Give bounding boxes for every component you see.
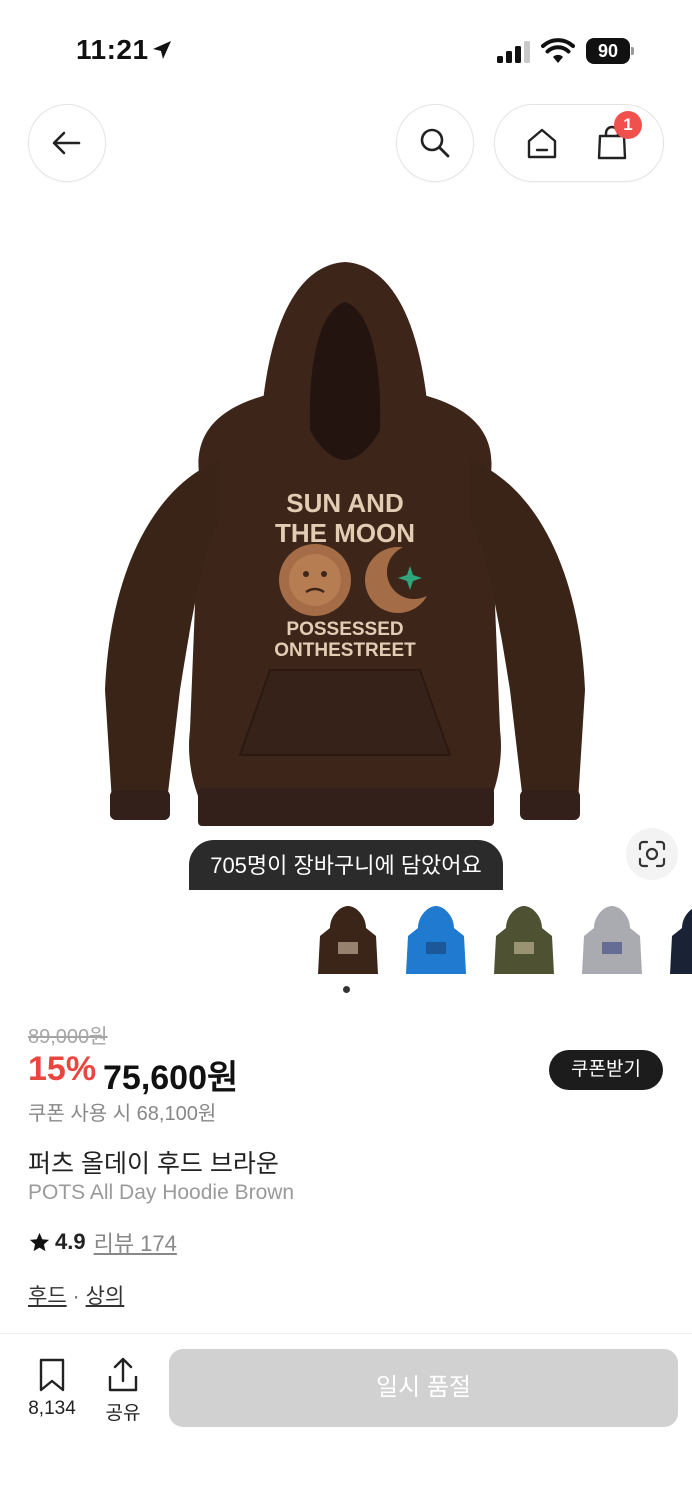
category-breadcrumb: 후드 · 상의 [28,1280,124,1310]
sale-price: 75,600원 [103,1059,239,1097]
thumbnail-olive[interactable] [484,898,564,980]
thumbnail-brown[interactable] [308,898,388,980]
search-icon [420,128,450,158]
coupon-button[interactable]: 쿠폰받기 [549,1050,663,1090]
cart-count-notice: 705명이 장바구니에 담았어요 [189,840,503,890]
battery-indicator: 90 [586,38,634,64]
image-search-button[interactable] [626,828,678,880]
thumbnail-navy[interactable] [660,898,692,980]
share-icon [108,1357,138,1392]
bookmark-count: 8,134 [28,1398,76,1419]
back-button[interactable] [28,104,106,182]
print-line-2: THE MOON [275,518,415,548]
thumbnail-olive-shape [494,906,554,974]
home-icon[interactable] [524,125,560,161]
thumbnail-blue-shape [406,906,466,974]
review-link[interactable]: 리뷰 174 [94,1226,177,1258]
bookmark-icon [39,1358,65,1392]
category-hood-link[interactable]: 후드 [28,1285,67,1308]
discount-rate: 15% [28,1050,97,1088]
cart-button[interactable]: 1 [594,111,642,163]
thumbnail-navy-shape [670,908,692,974]
status-time: 11:21 [76,34,149,65]
rating-score: 4.9 [55,1229,86,1254]
search-button[interactable] [396,104,474,182]
category-separator: · [72,1285,80,1308]
print-line-1: SUN AND [286,488,403,518]
cellular-signal-icon [497,41,530,63]
star-icon [29,1232,50,1251]
category-top-link[interactable]: 상의 [86,1285,125,1308]
rating-row: 4.9 리뷰 174 [28,1228,177,1256]
battery-cap [631,47,634,55]
sun-graphic [279,544,351,616]
coupon-price: 쿠폰 사용 시 68,100원 [28,1103,217,1125]
print-line-4: ONTHESTREET [274,640,416,661]
share-button[interactable]: 공유 [88,1356,158,1425]
thumbnail-blue[interactable] [396,898,476,980]
original-price: 89,000원 [28,1026,108,1048]
thumbnail-gray-shape [582,906,642,974]
lens-scan-icon [638,840,666,868]
status-bar: 11:21 90 [0,0,692,100]
product-name-english: POTS All Day Hoodie Brown [28,1181,295,1204]
wifi-icon [541,38,575,63]
share-label: 공유 [105,1403,141,1424]
home-cart-group: 1 [494,104,664,182]
image-page-indicator [343,986,350,993]
thumbnail-brown-shape [318,906,378,974]
product-name-korean: 퍼츠 올데이 후드 브라운 [28,1150,279,1178]
product-main-image[interactable]: SUN AND THE MOON POSSESSED ONTHESTREET [80,250,610,850]
cart-count-badge: 1 [614,111,642,139]
thumbnail-gray[interactable] [572,898,652,980]
bottom-action-bar: 8,134 공유 일시 품절 [0,1333,692,1500]
soldout-button[interactable]: 일시 품절 [169,1349,678,1427]
bookmark-button[interactable]: 8,134 [17,1356,87,1420]
print-line-3: POSSESSED [286,619,403,640]
battery-level: 90 [586,38,630,64]
location-arrow-icon [153,41,171,59]
color-thumbnail-strip [300,898,692,980]
back-arrow-icon [52,131,81,155]
